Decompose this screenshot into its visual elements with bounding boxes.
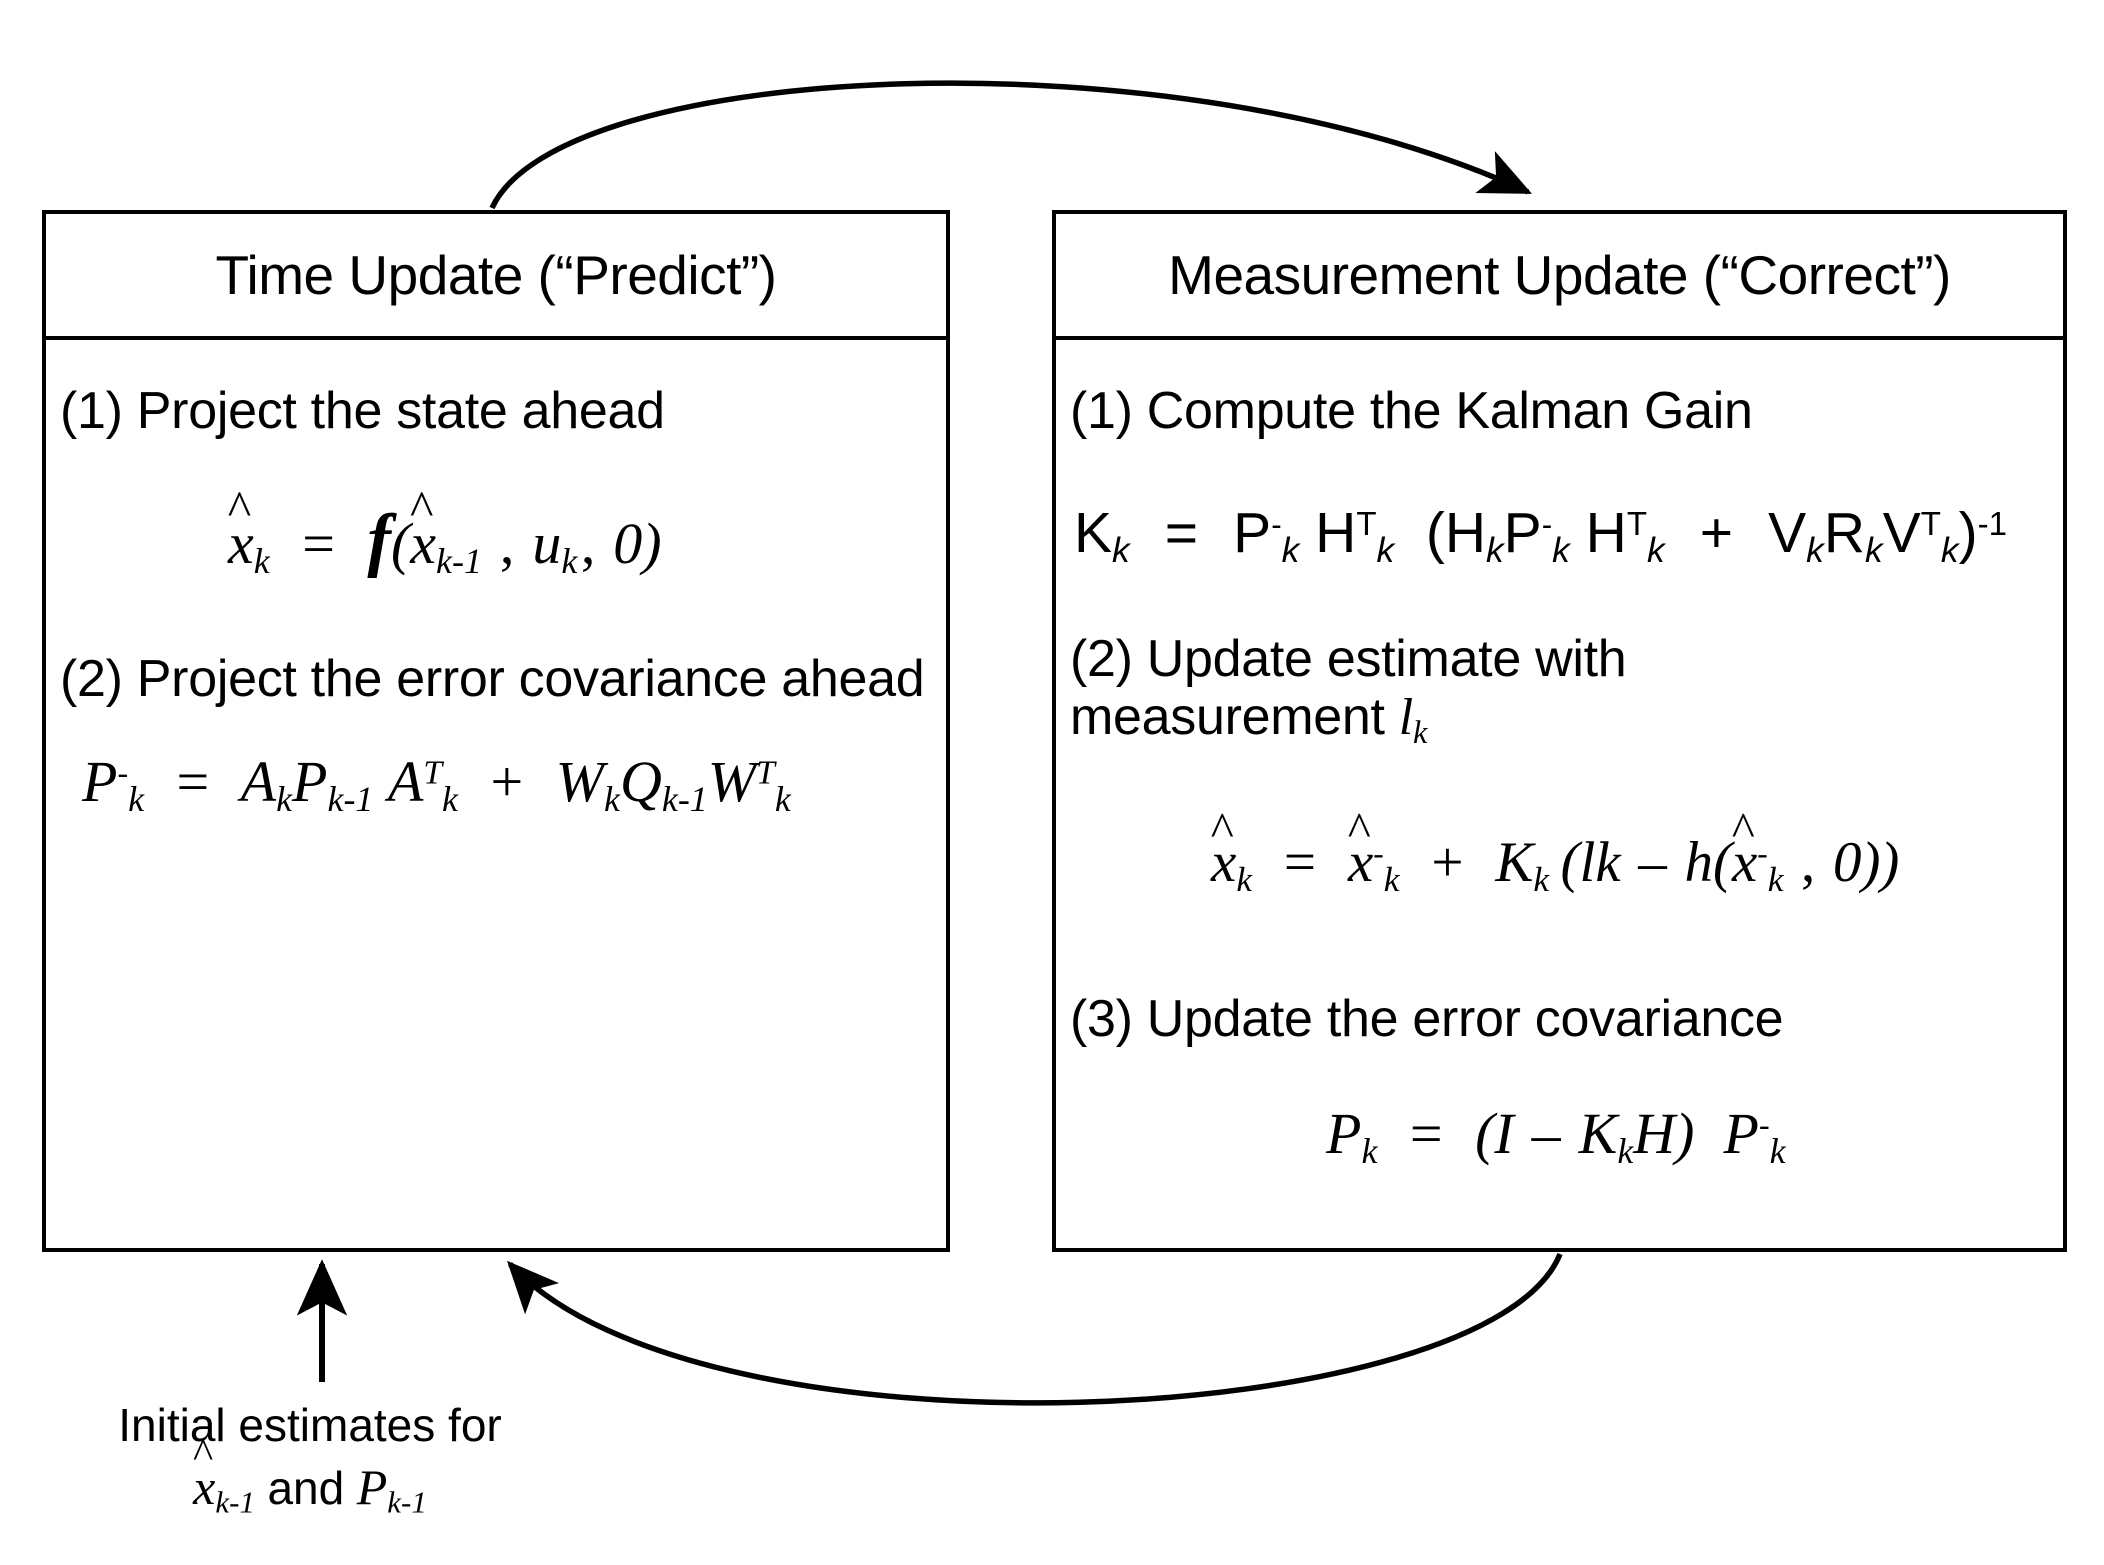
predict-to-correct-arrow	[489, 80, 1532, 210]
measurement-update-panel: Measurement Update (“Correct”) (1) Compu…	[1052, 210, 2067, 1252]
initial-estimates-line-2: ^ xk-1 and Pk-1	[192, 1430, 427, 1520]
correct-step-3-label: (3) Update the error covariance	[1070, 990, 1784, 1048]
diagram-canvas: Time Update (“Predict”) (1) Project the …	[0, 0, 2104, 1565]
correct-equation-1: Kk = P-k HTk (HkP-k HTk + VkRkVTk)-1	[1074, 501, 2007, 570]
correct-step-2-line-2: measurement	[1070, 688, 1385, 747]
time-update-title: Time Update (“Predict”)	[46, 214, 946, 340]
predict-equation-2: P-k = AkPk-1 ATk + WkQk-1WTk	[82, 749, 791, 820]
predict-step-2-label: (2) Project the error covariance ahead	[60, 650, 925, 708]
measurement-symbol-subscript: k	[1412, 714, 1427, 751]
initial-x-subscript: k-1	[215, 1484, 255, 1520]
measurement-update-title: Measurement Update (“Correct”)	[1056, 214, 2063, 340]
correct-equation-2: ^ xk = ^ x-k + Kk (lk – h(^ x-k , 0))	[1210, 801, 1900, 899]
initial-and-word: and	[267, 1461, 345, 1514]
initial-estimates-line-1: Initial estimates for	[118, 1399, 502, 1451]
initial-estimates-caption: Initial estimates for ^ xk-1 and Pk-1	[80, 1396, 540, 1522]
correct-step-2-label: (2) Update estimate with measurement lk	[1070, 630, 1790, 750]
correct-to-predict-arrow	[507, 1252, 1563, 1406]
predict-step-1-label: (1) Project the state ahead	[60, 382, 665, 440]
correct-step-1-label: (1) Compute the Kalman Gain	[1070, 382, 1753, 440]
predict-equation-1: ^ xk = f(^ xk-1 , uk, 0)	[227, 481, 662, 582]
initial-p-subscript: k-1	[387, 1484, 427, 1520]
initial-p-symbol: P	[356, 1458, 388, 1515]
correct-equation-3: Pk = (I – KkH) P-k	[1326, 1101, 1786, 1172]
measurement-symbol: l	[1398, 689, 1413, 747]
time-update-panel: Time Update (“Predict”) (1) Project the …	[42, 210, 950, 1252]
correct-step-2-line-1: (2) Update estimate with	[1070, 630, 1627, 688]
